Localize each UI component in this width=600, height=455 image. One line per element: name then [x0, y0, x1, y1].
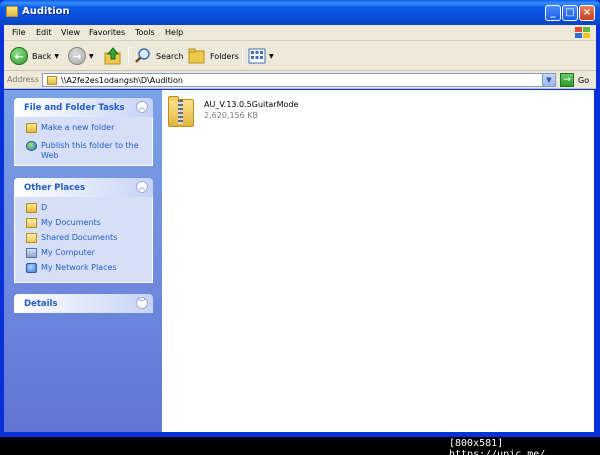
panel-title: File and Folder Tasks	[24, 103, 125, 113]
views-icon	[248, 48, 266, 64]
folders-label: Folders	[210, 51, 239, 61]
new-folder-icon	[26, 123, 37, 133]
panel-header[interactable]: Other Places ︿	[14, 178, 153, 197]
my-computer-link[interactable]: My Computer	[15, 248, 152, 263]
panel-title: Details	[24, 299, 58, 309]
place-label: My Network Places	[41, 263, 117, 272]
views-button[interactable]: ▼	[248, 45, 274, 67]
folder-icon	[6, 6, 18, 17]
up-folder-button[interactable]	[104, 45, 122, 67]
forward-arrow-icon: →	[68, 47, 86, 65]
collapse-icon[interactable]: ︿	[136, 101, 148, 113]
address-path: \\A2fe2es1odangsh\D\Audition	[61, 76, 183, 85]
file-name: AU_V.13.0.5GuitarMode	[204, 100, 299, 109]
maximize-button[interactable]: □	[562, 5, 578, 21]
zip-folder-icon	[166, 96, 196, 128]
back-button[interactable]: ← Back ▼	[10, 45, 59, 67]
menu-help[interactable]: Help	[165, 28, 183, 37]
place-label: D	[41, 203, 48, 212]
address-label: Address	[7, 75, 39, 84]
collapse-icon[interactable]: ︿	[136, 181, 148, 193]
panel-title: Other Places	[24, 183, 85, 193]
back-arrow-icon: ←	[10, 47, 28, 65]
menu-tools[interactable]: Tools	[135, 28, 155, 37]
folder-icon	[47, 76, 57, 85]
expand-icon[interactable]: ﹀	[136, 297, 148, 309]
search-icon	[135, 48, 150, 63]
my-network-places-link[interactable]: My Network Places	[15, 263, 152, 278]
address-input[interactable]: \\A2fe2es1odangsh\D\Audition ▼	[42, 73, 556, 87]
menu-favorites[interactable]: Favorites	[89, 28, 125, 37]
windows-logo-icon	[574, 26, 592, 40]
folders-icon	[188, 48, 205, 64]
file-size: 2,620,156 KB	[204, 111, 258, 120]
minimize-button[interactable]: _	[545, 5, 561, 21]
details-panel: Details ﹀	[14, 294, 153, 313]
shared-documents-link[interactable]: Shared Documents	[15, 233, 152, 248]
search-label: Search	[156, 51, 184, 61]
globe-icon	[26, 141, 37, 151]
go-arrow-icon: →	[560, 73, 574, 87]
task-pane: File and Folder Tasks ︿ Make a new folde…	[4, 90, 162, 432]
folders-button[interactable]: Folders	[188, 45, 239, 67]
panel-header[interactable]: Details ﹀	[14, 294, 153, 313]
network-icon	[26, 263, 37, 273]
place-label: Shared Documents	[41, 233, 118, 242]
make-new-folder-link[interactable]: Make a new folder	[15, 123, 152, 138]
documents-icon	[26, 218, 37, 228]
explorer-window: Audition _ □ × File Edit View Favorites …	[0, 0, 600, 437]
watermark-text: [800x581] https://upic.me/	[449, 438, 546, 455]
folder-icon	[26, 203, 37, 213]
menu-file[interactable]: File	[12, 28, 25, 37]
other-places-panel: Other Places ︿ D My Documents Shared Doc…	[14, 178, 153, 283]
toolbar: ← Back ▼ → ▼ Search Folders ▼	[4, 41, 596, 71]
panel-header[interactable]: File and Folder Tasks ︿	[14, 98, 153, 117]
place-label: My Computer	[41, 248, 95, 257]
window-title: Audition	[22, 6, 70, 17]
computer-icon	[26, 248, 37, 258]
address-dropdown-button[interactable]: ▼	[542, 74, 555, 86]
place-label: My Documents	[41, 218, 101, 227]
panel-body: D My Documents Shared Documents My Compu…	[14, 197, 153, 283]
menu-bar: File Edit View Favorites Tools Help	[4, 25, 596, 41]
place-d-link[interactable]: D	[15, 203, 152, 218]
file-folder-tasks-panel: File and Folder Tasks ︿ Make a new folde…	[14, 98, 153, 166]
chevron-down-icon[interactable]: ▼	[269, 53, 274, 60]
chevron-down-icon[interactable]: ▼	[89, 53, 94, 60]
file-list-area[interactable]: AU_V.13.0.5GuitarMode 2,620,156 KB	[162, 90, 594, 432]
publish-to-web-link[interactable]: Publish this folder to the Web	[15, 141, 152, 161]
chevron-down-icon[interactable]: ▼	[54, 53, 59, 60]
task-label: Publish this folder to the Web	[41, 141, 139, 160]
go-label: Go	[578, 75, 590, 85]
menu-view[interactable]: View	[61, 28, 80, 37]
title-bar[interactable]: Audition _ □ ×	[0, 0, 600, 25]
address-bar: Address \\A2fe2es1odangsh\D\Audition ▼ →…	[4, 71, 596, 89]
panel-body: Make a new folder Publish this folder to…	[14, 117, 153, 166]
file-item[interactable]: AU_V.13.0.5GuitarMode 2,620,156 KB	[166, 96, 466, 136]
task-label: Make a new folder	[41, 123, 115, 132]
back-label: Back	[32, 51, 52, 61]
forward-button[interactable]: → ▼	[68, 45, 94, 67]
menu-edit[interactable]: Edit	[36, 28, 52, 37]
up-folder-icon	[104, 47, 121, 65]
close-button[interactable]: ×	[579, 5, 595, 21]
search-button[interactable]: Search	[134, 45, 183, 67]
my-documents-link[interactable]: My Documents	[15, 218, 152, 233]
toolbar-divider	[242, 47, 243, 65]
shared-documents-icon	[26, 233, 37, 243]
toolbar-divider	[128, 47, 129, 65]
go-button[interactable]: → Go	[560, 73, 589, 87]
